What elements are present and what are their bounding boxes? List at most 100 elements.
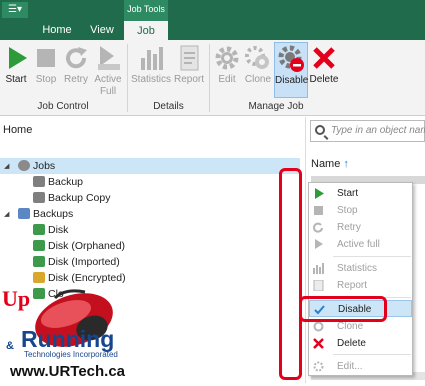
annotation-highlight <box>299 296 387 322</box>
menu-item-label: Retry <box>337 222 361 233</box>
tree-item-label: Disk <box>48 224 69 236</box>
tree-item-label: Jobs <box>33 160 56 172</box>
active-full-label: Active Full <box>94 74 122 97</box>
statistics-label: Statistics <box>131 74 172 85</box>
delete-label: Delete <box>309 74 339 85</box>
encrypted-disk-icon <box>33 272 45 283</box>
active-full-icon <box>315 239 323 249</box>
edit-label: Edit <box>218 74 236 85</box>
ribbon-divider <box>127 44 128 112</box>
search-icon <box>315 125 325 135</box>
logo-tagline: Technologies Incorporated <box>24 350 118 359</box>
logo-url: www.URTech.ca <box>10 363 126 380</box>
menu-item-delete[interactable]: Delete <box>309 335 412 352</box>
annotation-highlight <box>279 168 302 380</box>
edit-button[interactable]: Edit <box>213 42 241 98</box>
menu-separator <box>333 256 411 257</box>
start-label: Start <box>5 74 27 85</box>
tree-item-backup[interactable]: Backup <box>33 174 83 190</box>
stop-label: Stop <box>35 74 57 85</box>
play-icon <box>3 44 31 72</box>
disk-icon <box>33 240 45 251</box>
report-icon <box>313 280 324 291</box>
title-bar <box>0 0 425 21</box>
ribbon-divider <box>209 44 210 112</box>
menu-item-stop[interactable]: Stop <box>309 202 412 219</box>
tree-item-label: Disk (Orphaned) <box>48 240 126 252</box>
disable-gear-icon <box>277 45 305 73</box>
tree-item-backup-copy[interactable]: Backup Copy <box>33 190 110 206</box>
retry-icon <box>313 222 323 233</box>
menu-item-retry[interactable]: Retry <box>309 219 412 236</box>
tree-item-label: Disk (Encrypted) <box>48 272 126 284</box>
group-manage-job: Manage Job <box>248 101 304 112</box>
report-button[interactable]: Report <box>172 42 206 98</box>
tree-item-jobs[interactable]: Jobs <box>18 158 55 174</box>
active-full-button[interactable]: Active Full <box>92 42 124 98</box>
backups-icon <box>18 208 30 219</box>
clone-icon <box>244 44 272 72</box>
statistics-button[interactable]: Statistics <box>131 42 171 98</box>
disable-button[interactable]: Disable <box>274 42 308 98</box>
retry-label: Retry <box>64 74 88 85</box>
sort-ascending-icon: ↑ <box>343 158 349 170</box>
column-header-name[interactable]: Name ↑ <box>311 158 349 170</box>
backup-job-icon <box>33 176 45 187</box>
statistics-icon <box>137 44 165 72</box>
delete-button[interactable]: Delete <box>309 42 339 98</box>
clone-icon <box>313 321 324 332</box>
search-box[interactable]: Type in an object name <box>310 120 425 142</box>
active-full-icon <box>94 44 122 72</box>
menu-item-label: Start <box>337 188 359 199</box>
collapse-arrow-icon[interactable]: ◢ <box>4 162 9 170</box>
stop-icon <box>32 44 60 72</box>
menu-item-label: Active full <box>337 239 380 250</box>
menu-item-label: Stop <box>337 205 358 216</box>
menu-item-active-full[interactable]: Active full <box>309 236 412 253</box>
gear-icon <box>18 160 30 171</box>
tree-item-disk-imported[interactable]: Disk (Imported) <box>33 254 120 270</box>
menu-item-report[interactable]: Report <box>309 277 412 294</box>
tab-home[interactable]: Home <box>36 21 78 40</box>
disable-label: Disable <box>275 75 309 86</box>
tree-item-label: Disk (Imported) <box>48 256 120 268</box>
play-icon <box>315 188 324 199</box>
gear-icon <box>213 44 241 72</box>
clone-button[interactable]: Clone <box>243 42 273 98</box>
stop-icon <box>314 206 323 215</box>
tree-item-backups[interactable]: Backups <box>18 206 73 222</box>
group-details: Details <box>153 101 184 112</box>
tab-view[interactable]: View <box>84 21 120 40</box>
tree-item-disk-orphaned[interactable]: Disk (Orphaned) <box>33 238 125 254</box>
menu-item-label: Statistics <box>337 263 378 274</box>
search-placeholder: Type in an object name <box>331 125 425 136</box>
report-label: Report <box>173 74 204 85</box>
logo-amp-text: & <box>6 340 14 352</box>
backup-copy-icon <box>33 192 45 203</box>
logo-up-text: Up <box>2 286 31 311</box>
tree-item-label: Backup <box>48 176 84 188</box>
menu-item-label: Edit... <box>337 361 363 372</box>
delete-x-icon <box>310 44 338 72</box>
stop-button[interactable]: Stop <box>32 42 60 98</box>
menu-item-statistics[interactable]: Statistics <box>309 260 412 277</box>
main-menu-button[interactable]: ☰▾ <box>2 2 28 18</box>
column-name-label: Name <box>311 158 341 170</box>
tree-item-label: Backups <box>33 208 74 220</box>
menu-separator <box>333 354 411 355</box>
retry-button[interactable]: Retry <box>62 42 90 98</box>
collapse-arrow-icon[interactable]: ◢ <box>4 210 9 218</box>
retry-icon <box>62 44 90 72</box>
disk-icon <box>33 224 45 235</box>
clone-label: Clone <box>244 74 272 85</box>
start-button[interactable]: Start <box>3 42 29 98</box>
menu-item-label: Delete <box>337 338 366 349</box>
menu-item-edit[interactable]: Edit... <box>309 358 412 375</box>
logo-running-text: Running <box>21 326 115 352</box>
tab-job[interactable]: Job <box>124 21 168 40</box>
tree-item-disk[interactable]: Disk <box>33 222 68 238</box>
disk-icon <box>33 256 45 267</box>
ribbon: Start Stop Retry Active Full Statistics … <box>0 40 425 116</box>
tree-item-label: Backup Copy <box>48 192 111 204</box>
menu-item-start[interactable]: Start <box>309 185 412 202</box>
